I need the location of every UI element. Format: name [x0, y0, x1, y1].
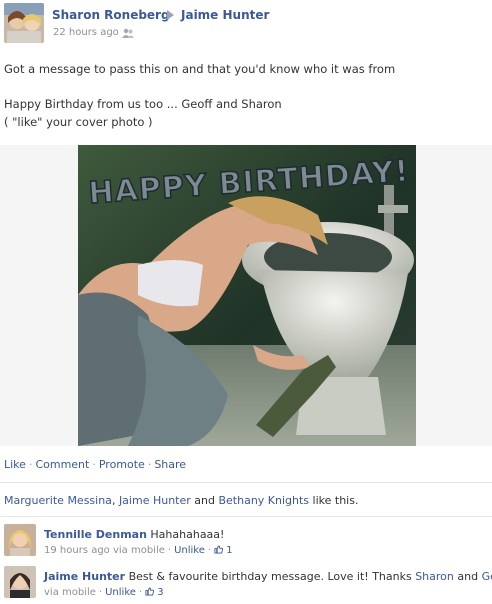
separator: · [147, 458, 152, 471]
commenter-avatar[interactable] [4, 524, 36, 556]
thumbs-up-icon [145, 587, 155, 596]
comment-likes-number: 3 [157, 587, 164, 598]
likes-suffix: like this. [309, 494, 359, 507]
comment-likes-number: 1 [226, 545, 233, 556]
comment-text: Hahahahaaa! [150, 528, 225, 541]
liker-link[interactable]: Jaime Hunter [119, 494, 191, 507]
comment-time[interactable]: 19 hours ago via mobile [44, 545, 165, 556]
separator: · [167, 545, 172, 556]
comment-likes-count[interactable]: 1 [214, 545, 233, 556]
friends-icon[interactable] [122, 28, 134, 39]
poster-avatar[interactable] [4, 3, 44, 43]
separator: · [98, 587, 103, 598]
post-text-line: Happy Birthday from us too ... Geoff and… [4, 97, 282, 111]
comment-body: Tennille Denman Hahahahaaa! [44, 528, 224, 541]
commenter-avatar[interactable] [4, 566, 36, 598]
unlike-link[interactable]: Unlike [105, 587, 136, 598]
separator: · [28, 458, 33, 471]
comment-text: and [453, 570, 482, 583]
likes-summary: Marguerite Messina, Jaime Hunter and Bet… [4, 494, 358, 507]
post-actions: Like · Comment · Promote · Share [4, 458, 186, 471]
comment-time[interactable]: via mobile [44, 587, 96, 598]
divider [0, 482, 492, 483]
recipient-name-link[interactable]: Jaime Hunter [181, 8, 269, 22]
likes-separator: , [111, 494, 119, 507]
comment-likes-count[interactable]: 3 [145, 587, 164, 598]
comment-link[interactable]: Comment [35, 458, 89, 471]
separator: · [138, 587, 143, 598]
separator: · [92, 458, 96, 471]
comment-text: Best & favourite birthday message. Love … [128, 570, 416, 583]
liker-link[interactable]: Bethany Knights [218, 494, 309, 507]
divider [0, 516, 492, 517]
likes-separator: and [190, 494, 219, 507]
thumbs-up-icon [214, 545, 224, 554]
poster-name-link[interactable]: Sharon Roneberg [52, 8, 170, 22]
post-photo[interactable]: HAPPY BIRTHDAY! [78, 145, 416, 446]
arrow-right-icon [167, 10, 174, 20]
separator: · [207, 545, 212, 556]
liker-link[interactable]: Marguerite Messina [4, 494, 112, 507]
promote-link[interactable]: Promote [99, 458, 145, 471]
unlike-link[interactable]: Unlike [174, 545, 205, 556]
comment-meta: via mobile · Unlike · 3 [44, 587, 164, 598]
comment-body: Jaime Hunter Best & favourite birthday m… [44, 570, 492, 583]
post-timestamp[interactable]: 22 hours ago [53, 27, 119, 38]
mention-link[interactable]: Geoff [482, 570, 492, 583]
like-link[interactable]: Like [4, 458, 26, 471]
share-link[interactable]: Share [154, 458, 186, 471]
comment-author-link[interactable]: Tennille Denman [44, 528, 147, 541]
post-text-line: ( "like" your cover photo ) [4, 115, 153, 129]
post-text-line: Got a message to pass this on and that y… [4, 62, 396, 76]
mention-link[interactable]: Sharon [415, 570, 454, 583]
comment-author-link[interactable]: Jaime Hunter [44, 570, 125, 583]
comment-meta: 19 hours ago via mobile · Unlike · 1 [44, 545, 233, 556]
